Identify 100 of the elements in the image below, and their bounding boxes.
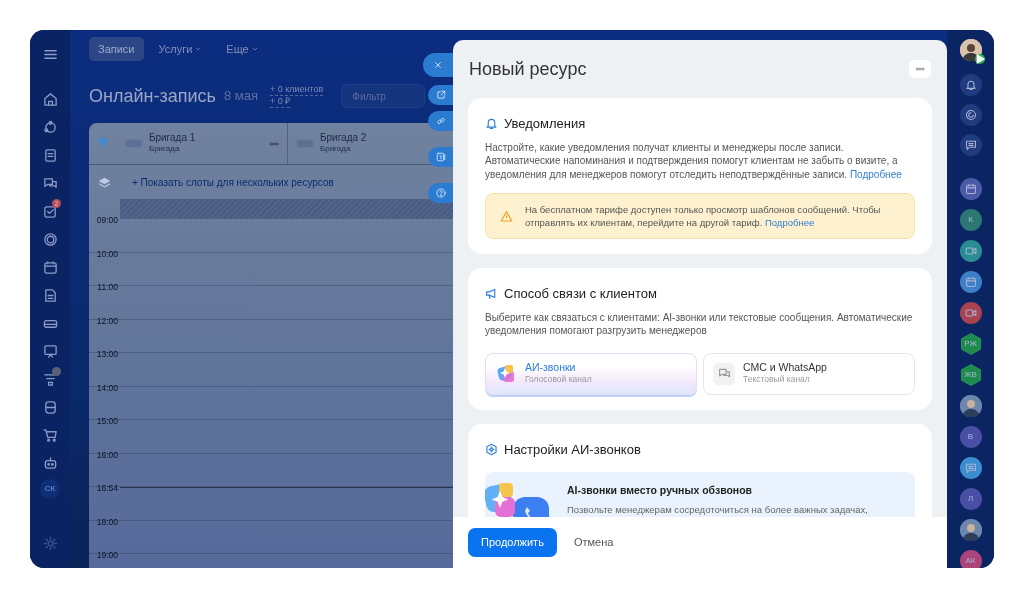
bell-icon [964, 79, 977, 91]
time-label: 10:00 [95, 247, 119, 261]
video-camera-icon [964, 245, 977, 257]
settings-icon [42, 535, 58, 551]
nav-tab[interactable]: Еще [217, 36, 268, 62]
link-icon [435, 116, 446, 126]
store-icon [42, 399, 58, 415]
contact-avatar[interactable] [959, 395, 982, 417]
more-icon [913, 64, 927, 74]
promo-text: Позвольте менеджерам сосредоточиться на более важных задачах, [567, 502, 868, 517]
more-link[interactable]: Подробнее [849, 168, 902, 180]
board-icon [42, 343, 58, 359]
sparkle-icon [495, 362, 517, 385]
section-description: Настройте, какие уведомления получат клиенты и менеджеры после записи. Автоматические напоминания и подтверждения помогут клиентам не забыть о визите, а уведомления для менеджеров помогут отследить неподтверждённые записи. Подробнее [485, 140, 903, 181]
cart-icon [42, 427, 58, 443]
bell-icon [485, 117, 498, 131]
time-label: 15:00 [95, 415, 119, 428]
calendar-icon [42, 259, 58, 275]
contact-avatar[interactable]: АК [959, 550, 982, 568]
person-silhouette-icon [959, 395, 982, 417]
more-link[interactable]: Подробнее [764, 217, 815, 228]
funnel-icon [42, 371, 58, 387]
person-silhouette-icon [959, 39, 982, 61]
contact-avatar[interactable] [959, 457, 982, 479]
nav-tab[interactable]: Записи [89, 36, 144, 62]
time-label: 18:00 [95, 515, 119, 529]
close-button[interactable] [423, 53, 453, 77]
current-time-label: 16:54 [95, 482, 119, 495]
section-title: Способ связи с клиентом [504, 285, 657, 303]
promo-title: AI-звонки вместо ручных обзвонов [567, 483, 754, 498]
panel-title: Новый ресурс [469, 57, 587, 81]
resource-type: Бригада [319, 143, 352, 155]
stat-link[interactable]: + 0 клиентов [269, 84, 324, 96]
document-icon [42, 147, 58, 163]
contact-avatar[interactable] [959, 519, 982, 541]
help-icon [435, 188, 446, 198]
warning-icon [500, 209, 513, 223]
activity-button[interactable] [959, 104, 982, 126]
hexagon-icon [485, 442, 498, 456]
calendar-icon [964, 183, 977, 195]
ring-icon [42, 231, 58, 247]
filter-field[interactable]: Фильтр [341, 84, 426, 108]
cancel-button[interactable]: Отмена [560, 527, 627, 558]
robot-icon [42, 455, 58, 471]
messages-button[interactable] [959, 134, 982, 156]
channel-option[interactable]: СМС и WhatsApp Текстовый канал [703, 352, 915, 395]
layers-icon [98, 175, 111, 189]
user-avatar[interactable]: СК [40, 479, 60, 499]
contact-avatar[interactable] [959, 302, 982, 324]
resource-name: Бригада 1 [148, 132, 196, 143]
time-label: 09:00 [95, 214, 119, 227]
channel-option[interactable]: АИ-звонки Голосовой канал [485, 352, 697, 395]
chat-icon [42, 175, 58, 191]
close-icon [433, 60, 443, 70]
contact-avatar[interactable]: В [959, 426, 982, 448]
profile-avatar[interactable] [959, 39, 982, 61]
video-camera-icon [964, 307, 977, 319]
file-icon [42, 287, 58, 303]
show-slots-link[interactable]: + Показать слоты для нескольких ресурсов [120, 174, 334, 190]
chat-icon [713, 362, 735, 385]
external-link-icon [435, 90, 446, 100]
chat-icon [964, 139, 977, 151]
date-label: 8 мая [223, 87, 258, 106]
page-title: Онлайн-запись [89, 84, 216, 108]
help-button[interactable] [428, 183, 453, 203]
notifications-button[interactable] [959, 74, 982, 96]
copy-link-button[interactable] [428, 111, 453, 131]
person-silhouette-icon [959, 519, 982, 541]
filter-icon [96, 137, 110, 150]
time-label: 11:00 [96, 281, 119, 294]
section-title: Уведомления [504, 115, 586, 133]
stat-link[interactable]: + 0 ₽ [269, 96, 291, 108]
nav-tab[interactable]: Услуги [149, 36, 212, 62]
calendar-icon [435, 152, 446, 162]
play-badge-icon [974, 54, 985, 64]
notification-dot [52, 367, 61, 376]
time-label: 14:00 [95, 381, 119, 395]
continue-button[interactable]: Продолжить [468, 528, 557, 557]
resource-name: Бригада 2 [319, 132, 367, 143]
contact-avatar[interactable]: К [959, 209, 982, 231]
time-label: 19:00 [95, 549, 119, 562]
chat-icon [964, 462, 977, 474]
calendar-icon [964, 276, 977, 288]
time-label: 12:00 [95, 314, 119, 328]
section-description: Выберите как связаться с клиентами: AI-звонки или текстовые сообщения. Автоматические уведомления помогают разгрузить менеджеров [485, 310, 914, 338]
megaphone-icon [485, 287, 498, 301]
task-icon [42, 203, 58, 219]
contact-avatar[interactable]: Л [959, 488, 982, 510]
contact-avatar[interactable] [959, 271, 982, 293]
home-icon [42, 91, 58, 107]
time-label: 16:00 [95, 448, 119, 462]
contact-avatar[interactable] [959, 178, 982, 200]
swirl-icon [964, 109, 977, 121]
open-in-new-button[interactable] [428, 85, 453, 105]
contact-avatar[interactable] [959, 240, 982, 262]
section-title: Настройки АИ-звонков [504, 440, 641, 459]
nodes-icon [42, 119, 58, 135]
resource-type: Бригада [148, 143, 181, 155]
time-label: 13:00 [95, 348, 119, 361]
alert-text: На бесплатном тарифе доступен только просмотр шаблонов сообщений. Чтобы отправлять их клиентам, перейдите на другой тариф. Подробнее [525, 203, 882, 229]
